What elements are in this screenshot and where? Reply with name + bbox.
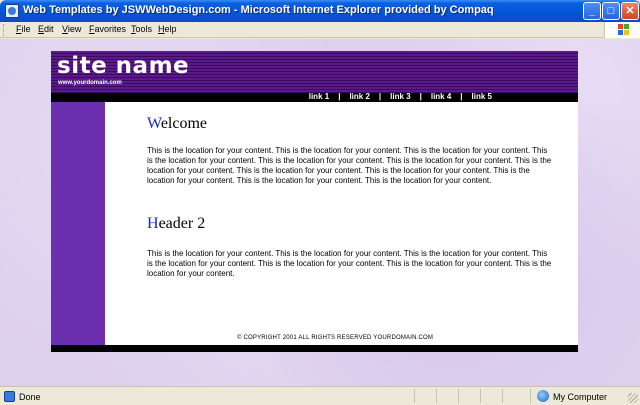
menu-bar: File Edit View Favorites Tools Help: [0, 22, 640, 38]
nav-link-5[interactable]: link 5: [472, 92, 492, 101]
status-bar: Done My Computer: [0, 386, 640, 405]
nav-link-2[interactable]: link 2: [349, 92, 369, 101]
heading-rest: eader 2: [158, 215, 206, 232]
nav-links: link 1 | link 2 | link 3 | link 4 | link…: [309, 92, 492, 101]
menu-tools[interactable]: Tools: [131, 24, 152, 34]
nav-separator: |: [460, 92, 463, 101]
footer-bar: [51, 345, 578, 352]
title-bar[interactable]: Web Templates by JSWWebDesign.com - Micr…: [0, 0, 640, 22]
section-body-welcome: This is the location for your content. T…: [147, 146, 552, 185]
resize-grip[interactable]: [628, 393, 638, 403]
copyright: © COPYRIGHT 2001 ALL RIGHTS RESERVED YOU…: [237, 335, 434, 341]
nav-bar: link 1 | link 2 | link 3 | link 4 | link…: [51, 92, 578, 102]
sidebar: [51, 102, 105, 345]
menu-view[interactable]: View: [62, 24, 81, 34]
web-page: site name www.yourdomain.com link 1 | li…: [51, 51, 578, 352]
maximize-button[interactable]: □: [602, 2, 620, 20]
section-heading-header-2: Header 2: [147, 215, 205, 233]
site-name: site name: [57, 53, 190, 79]
heading-initial: H: [147, 215, 159, 232]
minimize-button[interactable]: _: [583, 2, 601, 20]
site-header: site name www.yourdomain.com: [51, 51, 578, 93]
windows-flag-icon: [618, 24, 629, 35]
section-heading-welcome: Welcome: [147, 115, 207, 133]
my-computer-icon: [537, 390, 549, 402]
menu-edit[interactable]: Edit: [38, 24, 54, 34]
menu-favorites[interactable]: Favorites: [89, 24, 126, 34]
nav-separator: |: [419, 92, 422, 101]
page-done-icon: [4, 391, 15, 402]
security-zone: My Computer: [553, 392, 608, 402]
menu-help[interactable]: Help: [158, 24, 177, 34]
nav-separator: |: [338, 92, 341, 101]
nav-link-4[interactable]: link 4: [431, 92, 451, 101]
site-domain: www.yourdomain.com: [58, 80, 122, 86]
menu-file[interactable]: File: [16, 24, 31, 34]
nav-link-3[interactable]: link 3: [390, 92, 410, 101]
heading-rest: elcome: [160, 115, 208, 132]
content-area: Welcome This is the location for your co…: [105, 102, 578, 345]
heading-initial: W: [147, 115, 161, 132]
nav-link-1[interactable]: link 1: [309, 92, 329, 101]
ie-icon: [5, 4, 19, 18]
status-text: Done: [19, 392, 41, 402]
toolbar-grip[interactable]: [3, 24, 6, 36]
browser-viewport[interactable]: site name www.yourdomain.com link 1 | li…: [0, 39, 640, 386]
window-title: Web Templates by JSWWebDesign.com - Micr…: [23, 4, 494, 16]
close-button[interactable]: ✕: [621, 2, 639, 20]
windows-logo: [604, 22, 640, 38]
section-body-header-2: This is the location for your content. T…: [147, 249, 552, 278]
nav-separator: |: [378, 92, 382, 101]
